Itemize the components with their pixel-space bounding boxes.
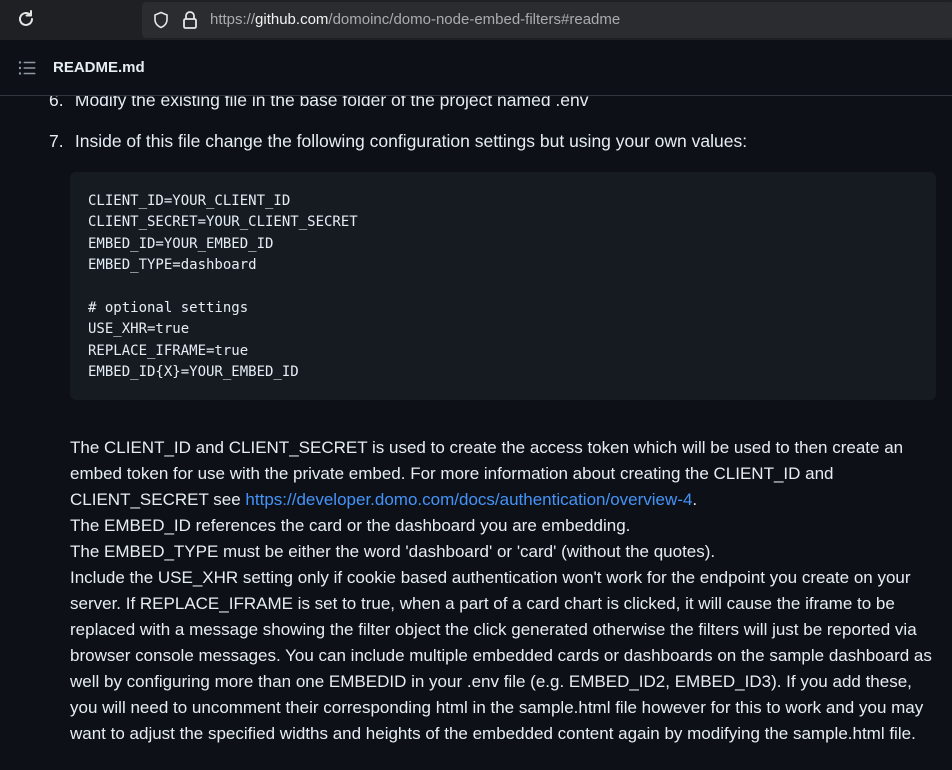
- list-item-number: 6.: [49, 96, 64, 110]
- list-item: 6. Modify the existing file in the base …: [49, 96, 589, 111]
- list-item: 7. Inside of this file change the follow…: [49, 131, 747, 152]
- list-item-text: Inside of this file change the following…: [74, 131, 748, 151]
- description-paragraph: The EMBED_ID references the card or the …: [70, 516, 631, 535]
- code-line: EMBED_TYPE=dashboard: [88, 257, 257, 274]
- description: The CLIENT_ID and CLIENT_SECRET is used …: [70, 435, 940, 747]
- readme-title: README.md: [53, 59, 145, 76]
- shield-icon[interactable]: [152, 11, 170, 29]
- browser-toolbar: https://github.com/domoinc/domo-node-emb…: [0, 0, 952, 40]
- lock-icon[interactable]: [182, 10, 198, 30]
- code-line: REPLACE_IFRAME=true: [88, 342, 249, 359]
- url-path: /domoinc/domo-node-embed-filters#readme: [328, 11, 621, 28]
- url-prefix: https://: [210, 11, 256, 28]
- address-bar[interactable]: https://github.com/domoinc/domo-node-emb…: [142, 2, 952, 38]
- list-item-text: Modify the existing file in the base fol…: [74, 96, 589, 110]
- description-paragraph: Include the USE_XHR setting only if cook…: [70, 568, 932, 743]
- description-paragraph: The CLIENT_ID and CLIENT_SECRET is used …: [70, 435, 940, 513]
- readme-header: README.md: [0, 40, 952, 96]
- code-line: EMBED_ID=YOUR_EMBED_ID: [88, 235, 274, 252]
- code-line: CLIENT_SECRET=YOUR_CLIENT_SECRET: [88, 214, 358, 231]
- readme-content: 6. Modify the existing file in the base …: [0, 96, 952, 770]
- code-line: EMBED_ID{X}=YOUR_EMBED_ID: [88, 364, 299, 381]
- url-host: github.com: [255, 11, 329, 28]
- code-line: USE_XHR=true: [88, 321, 190, 338]
- code-block[interactable]: CLIENT_ID=YOUR_CLIENT_ID CLIENT_SECRET=Y…: [70, 172, 936, 400]
- url-text[interactable]: https://github.com/domoinc/domo-node-emb…: [210, 11, 620, 28]
- description-text: .: [692, 490, 698, 509]
- description-paragraph: The EMBED_TYPE must be either the word '…: [70, 542, 716, 561]
- code-line: CLIENT_ID=YOUR_CLIENT_ID: [88, 193, 291, 209]
- list-item-number: 7.: [49, 131, 64, 151]
- code-comment: # optional settings: [88, 300, 249, 317]
- auth-docs-link[interactable]: https://developer.domo.com/docs/authenti…: [245, 490, 692, 509]
- outline-list-icon[interactable]: [18, 60, 36, 76]
- reload-icon[interactable]: [14, 8, 38, 32]
